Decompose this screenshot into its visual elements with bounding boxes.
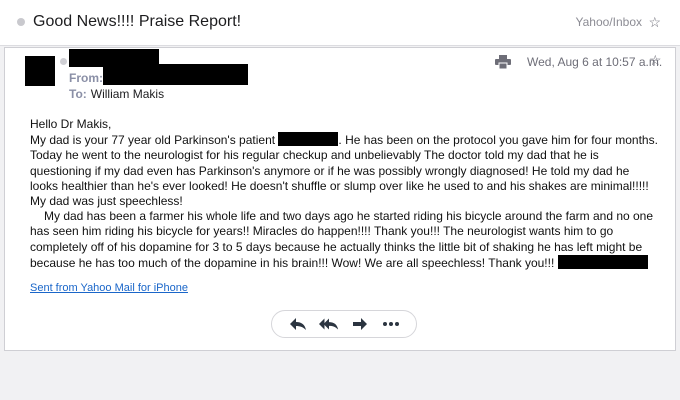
message-date: Wed, Aug 6 at 10:57 a.m. <box>527 55 663 69</box>
more-icon <box>382 322 399 326</box>
avatar <box>25 56 55 86</box>
paragraph-1-start: My dad is your 77 year old Parkinson's p… <box>30 133 279 148</box>
to-label: To: <box>69 87 87 101</box>
thread-header: Good News!!!! Praise Report! Yahoo/Inbox… <box>0 0 680 46</box>
print-icon[interactable] <box>495 55 511 69</box>
redacted-signature-name <box>557 254 648 269</box>
yahoo-mail-signature-link[interactable]: Sent from Yahoo Mail for iPhone <box>30 282 188 294</box>
reply-all-icon <box>318 318 338 330</box>
paragraph-1: My dad is your 77 year old Parkinson's p… <box>30 132 660 209</box>
redacted-patient-name <box>278 132 339 147</box>
forward-button[interactable] <box>350 316 370 332</box>
forward-icon <box>352 318 367 330</box>
message-card: From: To: William Makis Wed, Aug 6 at 10:… <box>4 47 676 351</box>
reply-all-button[interactable] <box>318 316 339 332</box>
to-line: To: William Makis <box>69 87 164 101</box>
from-label: From: <box>69 71 103 85</box>
greeting: Hello Dr Makis, <box>30 117 112 131</box>
recipient-name[interactable]: William Makis <box>91 87 164 101</box>
paragraph-2: My dad has been a farmer his whole life … <box>30 209 660 271</box>
folder-label[interactable]: Yahoo/Inbox <box>576 15 643 29</box>
status-dot <box>60 58 67 65</box>
star-icon[interactable]: ☆ <box>648 15 661 29</box>
reply-button[interactable] <box>288 316 308 332</box>
message-actions <box>271 310 417 338</box>
reply-icon <box>289 318 306 330</box>
redacted-sender-email <box>103 64 248 85</box>
unread-dot <box>17 18 25 26</box>
star-icon[interactable]: ☆ <box>649 53 662 67</box>
email-subject: Good News!!!! Praise Report! <box>33 13 242 30</box>
message-body: Hello Dr Makis, My dad is your 77 year o… <box>30 117 660 271</box>
more-button[interactable] <box>381 316 401 332</box>
